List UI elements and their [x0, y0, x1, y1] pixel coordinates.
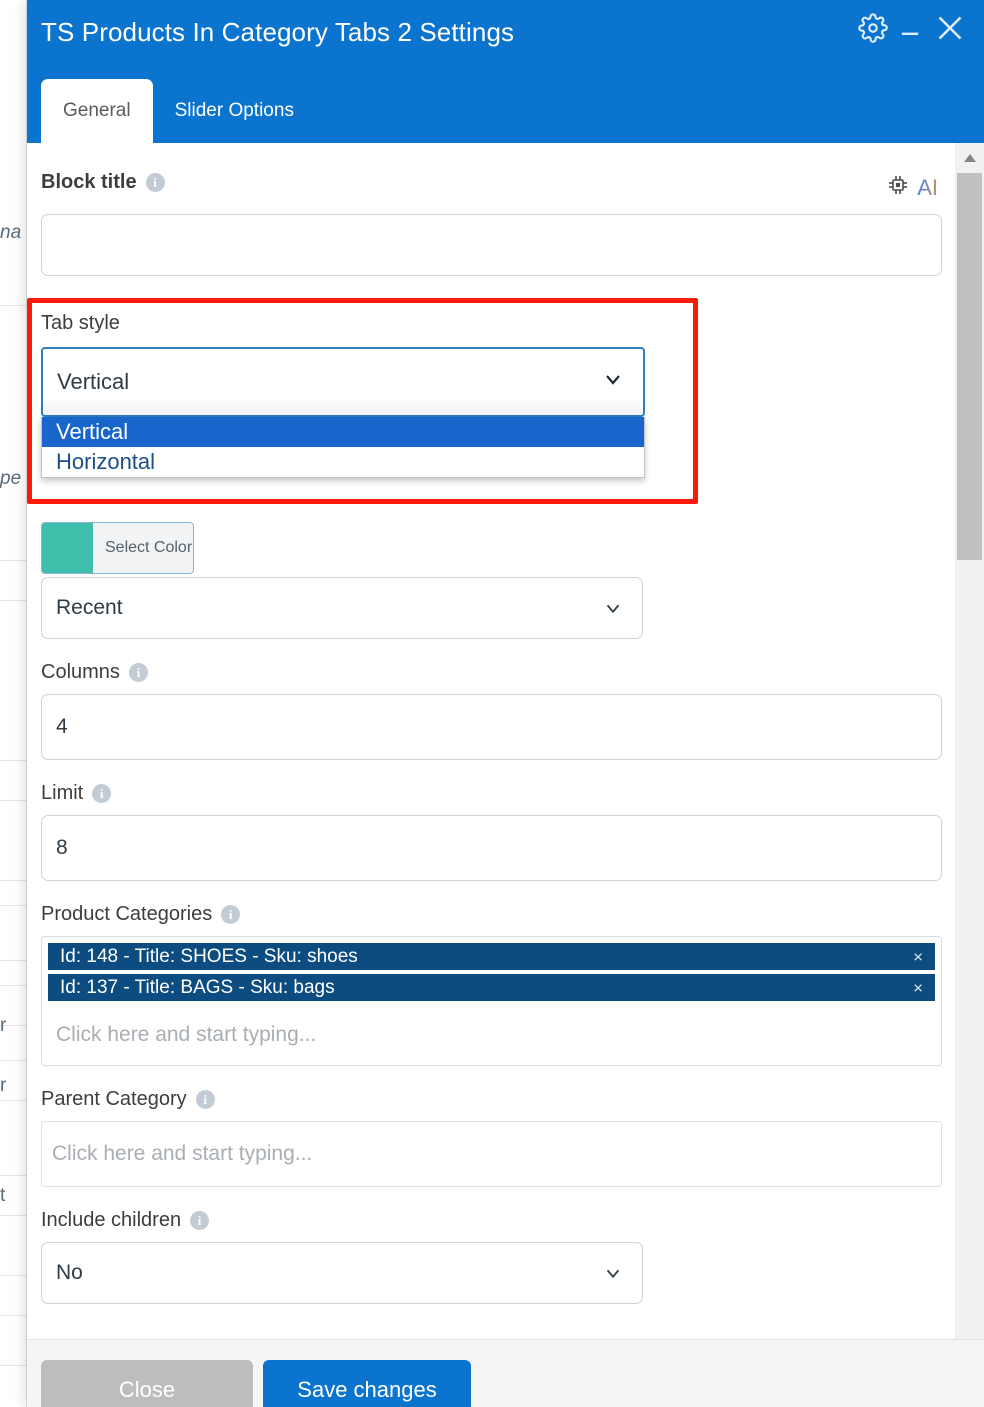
scrollbar-thumb[interactable] — [957, 173, 982, 560]
background-text-fragment: t — [0, 1185, 27, 1207]
info-icon[interactable]: i — [129, 663, 148, 682]
background-left-column: na pe r r t — [0, 0, 27, 1407]
field-tab-style: Tab style Vertical Vertica — [41, 298, 942, 514]
product-type-select[interactable]: Recent — [41, 577, 643, 639]
tab-general[interactable]: General — [41, 79, 153, 143]
parent-category-label: Parent Category — [41, 1088, 187, 1111]
tab-strip: General Slider Options — [41, 79, 316, 143]
close-icon[interactable] — [932, 10, 968, 46]
ai-generate-button[interactable]: AI — [886, 173, 942, 202]
modal-header: TS Products In Category Tabs 2 Settings — [27, 0, 984, 143]
block-title-label: Block title — [41, 171, 137, 194]
block-title-row: Block title i — [41, 171, 942, 204]
include-children-value: No — [56, 1261, 83, 1285]
tab-style-select[interactable]: Vertical — [41, 347, 645, 417]
token-label: Id: 137 - Title: BAGS - Sku: bags — [60, 977, 335, 999]
chevron-down-icon — [602, 597, 624, 619]
token-remove-icon[interactable]: × — [913, 979, 923, 996]
field-include-children: Include children i No — [41, 1209, 942, 1304]
header-actions — [858, 10, 968, 46]
tab-style-label-group: Tab style — [41, 312, 942, 335]
block-title-input[interactable] — [41, 214, 942, 276]
parent-category-placeholder: Click here and start typing... — [52, 1142, 312, 1166]
ai-label: AI — [917, 175, 938, 201]
limit-label-group: Limit i — [41, 782, 942, 805]
columns-label: Columns — [41, 661, 120, 684]
tab-style-label: Tab style — [41, 312, 120, 335]
settings-form: Block title i — [27, 143, 956, 1326]
product-categories-input-placeholder[interactable]: Click here and start typing... — [48, 1005, 935, 1065]
tab-slider-options[interactable]: Slider Options — [153, 79, 316, 143]
save-button[interactable]: Save changes — [263, 1360, 471, 1407]
field-columns: Columns i — [41, 661, 942, 760]
scroll-up-arrow-icon[interactable] — [955, 143, 984, 172]
minimize-icon[interactable] — [896, 14, 924, 42]
product-categories-label: Product Categories — [41, 903, 212, 926]
background-text-fragment: r — [0, 1015, 27, 1037]
include-children-label-group: Include children i — [41, 1209, 942, 1232]
info-icon[interactable]: i — [221, 905, 240, 924]
select-color-label: Select Color — [93, 539, 192, 557]
block-title-label-group: Block title i — [41, 171, 165, 194]
color-swatch — [42, 523, 93, 573]
product-categories-token-input[interactable]: Id: 148 - Title: SHOES - Sku: shoes × Id… — [41, 936, 942, 1066]
parent-category-input[interactable]: Click here and start typing... — [41, 1121, 942, 1187]
tab-style-option-vertical[interactable]: Vertical — [42, 417, 644, 447]
field-limit: Limit i — [41, 782, 942, 881]
background-text-fragment: na — [0, 222, 27, 244]
token-item: Id: 137 - Title: BAGS - Sku: bags × — [48, 974, 935, 1001]
include-children-label: Include children — [41, 1209, 181, 1232]
chevron-down-icon — [601, 367, 625, 397]
tab-style-inner: Tab style Vertical Vertica — [41, 298, 942, 417]
tab-style-option-horizontal[interactable]: Horizontal — [42, 447, 644, 477]
page-title: TS Products In Category Tabs 2 Settings — [41, 17, 514, 48]
product-type-value: Recent — [56, 596, 123, 620]
background-text-fragment: pe — [0, 468, 27, 490]
chevron-down-icon — [602, 1262, 624, 1284]
tab-style-value: Vertical — [57, 369, 129, 395]
include-children-select[interactable]: No — [41, 1242, 643, 1304]
select-color-button[interactable]: Select Color — [41, 522, 194, 574]
gear-icon[interactable] — [858, 13, 888, 43]
field-product-categories: Product Categories i Id: 148 - Title: SH… — [41, 903, 942, 1066]
token-item: Id: 148 - Title: SHOES - Sku: shoes × — [48, 943, 935, 970]
token-label: Id: 148 - Title: SHOES - Sku: shoes — [60, 946, 358, 968]
columns-label-group: Columns i — [41, 661, 942, 684]
token-remove-icon[interactable]: × — [913, 948, 923, 965]
field-parent-category: Parent Category i Click here and start t… — [41, 1088, 942, 1187]
limit-input[interactable] — [41, 815, 942, 881]
close-button[interactable]: Close — [41, 1360, 253, 1407]
limit-label: Limit — [41, 782, 83, 805]
vertical-scrollbar[interactable] — [955, 143, 984, 1339]
parent-category-label-group: Parent Category i — [41, 1088, 942, 1111]
info-icon[interactable]: i — [146, 173, 165, 192]
info-icon[interactable]: i — [196, 1090, 215, 1109]
background-text-fragment: r — [0, 1075, 27, 1097]
field-block-title: Block title i — [41, 171, 942, 276]
info-icon[interactable]: i — [190, 1211, 209, 1230]
settings-modal: TS Products In Category Tabs 2 Settings — [27, 0, 984, 1407]
info-icon[interactable]: i — [92, 784, 111, 803]
modal-body: Block title i — [27, 143, 984, 1339]
columns-input[interactable] — [41, 694, 942, 760]
product-categories-label-group: Product Categories i — [41, 903, 942, 926]
modal-footer: Close Save changes — [27, 1339, 984, 1407]
chip-icon — [886, 173, 910, 202]
tab-style-option-list: Vertical Horizontal — [41, 417, 645, 478]
